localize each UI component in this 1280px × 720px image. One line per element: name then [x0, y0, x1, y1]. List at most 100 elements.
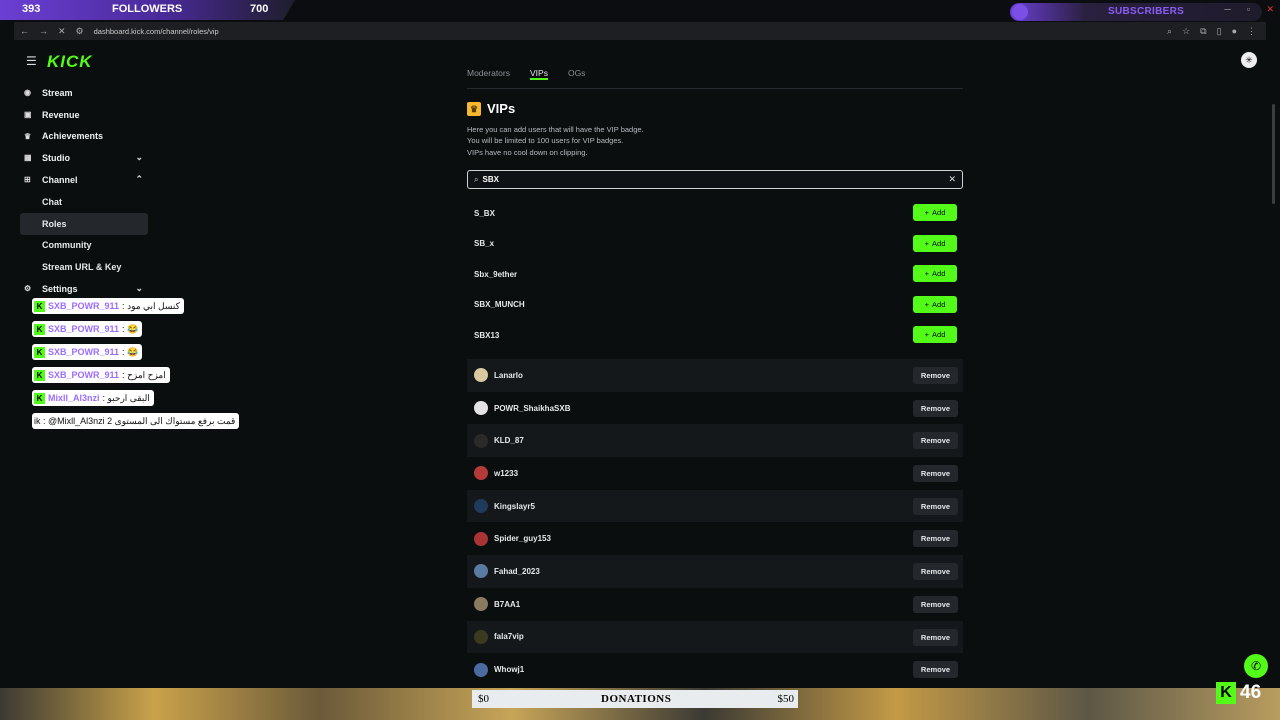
tab-moderators[interactable]: Moderators: [467, 68, 510, 80]
profile-avatar[interactable]: ●: [1232, 26, 1237, 37]
sidebar-item-chat[interactable]: Chat: [20, 191, 148, 213]
kick-badge-icon: K: [34, 300, 45, 312]
sidebar-item-channel[interactable]: ⊞ Channel ⌃: [20, 169, 148, 191]
vip-username: POWR_ShaikhaSXB: [494, 403, 571, 413]
list-item: SBX13 + Add: [467, 320, 963, 351]
kick-logo[interactable]: KICK: [47, 52, 93, 72]
description-line: You will be limited to 100 users for VIP…: [467, 136, 624, 146]
viewer-counter: K 46: [1216, 680, 1261, 706]
help-chat-icon[interactable]: ✆: [1244, 654, 1268, 678]
chat-message: K SXB_POWR_911: 😂: [32, 344, 143, 360]
table-row: POWR_ShaikhaSXB Remove: [467, 392, 963, 425]
avatar: [474, 531, 488, 546]
sidebar-item-studio[interactable]: ▦ Studio ⌄: [20, 147, 148, 169]
chat-username: Mixll_Al3nzi: [48, 393, 100, 403]
remove-button[interactable]: Remove: [913, 530, 958, 548]
chat-message: K SXB_POWR_911: كنسل ابي مود: [32, 298, 184, 314]
add-button[interactable]: + Add: [913, 326, 957, 343]
remove-button[interactable]: Remove: [913, 563, 958, 581]
sidebar-item-stream[interactable]: ◉ Stream: [20, 82, 148, 104]
remove-button[interactable]: Remove: [913, 661, 958, 679]
site-info-icon[interactable]: ⚙: [76, 26, 84, 37]
remove-button[interactable]: Remove: [913, 465, 958, 483]
table-row: Kingslayr5 Remove: [467, 489, 963, 523]
remove-button[interactable]: Remove: [913, 628, 958, 646]
chat-message: K SXB_POWR_911: 😂: [32, 321, 143, 337]
sidebar-item-label: Channel: [42, 175, 78, 186]
remove-button[interactable]: Remove: [913, 595, 958, 613]
stop-icon[interactable]: ✕: [58, 26, 66, 37]
sidebar-item-community[interactable]: Community: [20, 235, 148, 257]
kick-badge-icon: K: [34, 392, 45, 404]
chat-username: SXB_POWR_911: [48, 370, 120, 380]
add-button[interactable]: + Add: [913, 265, 957, 282]
plus-icon: +: [924, 208, 930, 217]
hamburger-menu-icon[interactable]: ☰: [26, 54, 37, 68]
roles-tabs: Moderators VIPs OGs: [467, 68, 585, 80]
search-input[interactable]: [482, 175, 923, 184]
chat-text: : امزح امزح: [122, 369, 166, 380]
clear-search-icon[interactable]: ✕: [948, 174, 956, 185]
vip-description: Here you can add users that will have th…: [467, 124, 644, 158]
bookmark-star-icon[interactable]: ☆: [1182, 26, 1190, 37]
username: S_BX: [474, 208, 495, 218]
vip-username: Lanarlo: [494, 370, 523, 380]
extensions-icon[interactable]: ⧉: [1200, 26, 1206, 37]
sidebar-item-label: Stream: [42, 87, 73, 98]
sidepanel-icon[interactable]: ▯: [1217, 26, 1222, 37]
remove-button[interactable]: Remove: [913, 497, 958, 515]
kick-badge-icon: K: [34, 369, 45, 381]
zoom-icon[interactable]: ⌕: [1167, 26, 1172, 37]
page-title-text: VIPs: [487, 101, 516, 116]
menu-icon[interactable]: ⋮: [1247, 26, 1256, 37]
chat-text: : 😂: [122, 323, 139, 334]
vip-username: KLD_87: [494, 436, 524, 446]
add-button[interactable]: + Add: [913, 204, 957, 221]
tab-ogs[interactable]: OGs: [568, 68, 585, 80]
sidebar-item-achievements[interactable]: ♛ Achievements: [20, 126, 148, 148]
add-button[interactable]: + Add: [913, 295, 957, 313]
forward-icon[interactable]: →: [39, 26, 48, 37]
username: Sbx_9ether: [474, 269, 518, 279]
sidebar-item-label: Studio: [42, 153, 70, 164]
page-title: ♛ VIPs: [467, 101, 515, 116]
crown-icon: ♛: [467, 101, 481, 116]
chat-text: ik : @Mixll_Al3nzi قمت برفع مستواك الى ا…: [34, 415, 236, 426]
trophy-icon: ♛: [24, 131, 32, 141]
vip-username: Kingslayr5: [494, 501, 535, 511]
donation-max: $50: [777, 693, 795, 705]
user-avatar[interactable]: ✳: [1241, 52, 1257, 68]
sidebar-item-revenue[interactable]: ▣ Revenue: [20, 104, 148, 126]
add-button[interactable]: + Add: [913, 234, 957, 252]
minimize-icon[interactable]: ─: [1224, 4, 1230, 14]
vip-username: Whowj1: [494, 665, 525, 675]
avatar: [474, 564, 488, 579]
sidebar-item-label: Settings: [42, 284, 78, 295]
avatar: [474, 466, 488, 481]
table-row: KLD_87 Remove: [467, 424, 963, 458]
avatar: [474, 368, 488, 383]
remove-button[interactable]: Remove: [913, 367, 958, 384]
restore-icon[interactable]: ▫: [1247, 4, 1250, 14]
scrollbar[interactable]: [1272, 104, 1275, 204]
back-icon[interactable]: ←: [20, 26, 29, 37]
chat-message: K SXB_POWR_911: امزح امزح: [32, 367, 170, 383]
address-bar[interactable]: dashboard.kick.com/channel/roles/vip: [94, 27, 219, 36]
sidebar-item-settings[interactable]: ⚙ Settings ⌄: [20, 278, 148, 300]
table-row: Fahad_2023 Remove: [467, 555, 963, 588]
sidebar-item-stream-url-key[interactable]: Stream URL & Key: [20, 256, 148, 278]
remove-button[interactable]: Remove: [913, 399, 958, 417]
close-icon[interactable]: ✕: [1266, 4, 1274, 15]
sidebar-item-roles[interactable]: Roles: [20, 212, 148, 235]
radio-icon: ◉: [24, 88, 31, 97]
viewer-count: 46: [1240, 682, 1262, 703]
tab-vips[interactable]: VIPs: [530, 68, 548, 80]
table-row: w1233 Remove: [467, 457, 963, 490]
remove-button[interactable]: Remove: [913, 432, 958, 450]
avatar: [474, 597, 488, 612]
list-item: Sbx_9ether + Add: [467, 259, 963, 290]
dollar-icon: ▣: [24, 109, 32, 119]
vip-username: Spider_guy153: [494, 534, 551, 544]
avatar: [474, 433, 488, 448]
gear-icon: ⚙: [24, 284, 32, 294]
